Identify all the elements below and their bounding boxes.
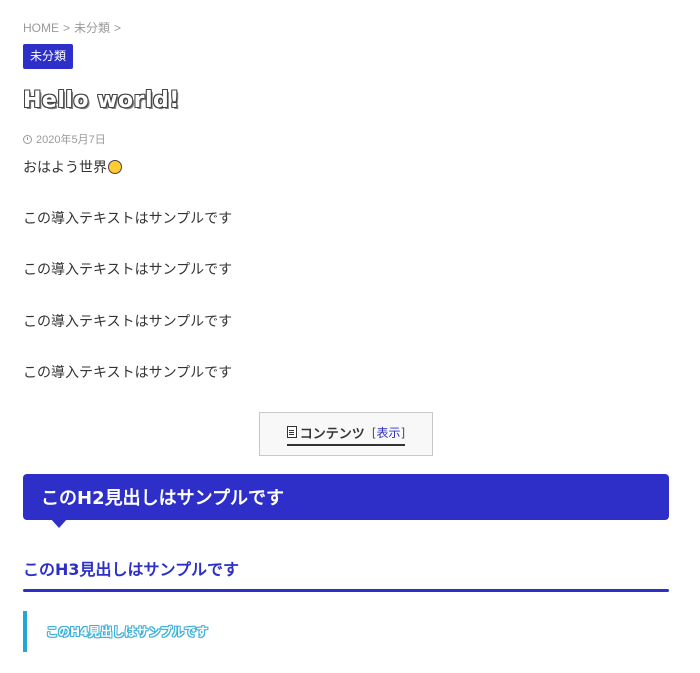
greeting-text: おはよう世界 <box>23 160 107 176</box>
intro-paragraph: この導入テキストはサンプルです <box>23 211 233 227</box>
intro-paragraph: この導入テキストはサンプルです <box>23 262 233 278</box>
toc-header: コンテンツ [表示] <box>286 423 406 446</box>
breadcrumb-home-link[interactable]: HOME <box>23 21 59 35</box>
breadcrumb: HOME > 未分類 > <box>23 19 121 36</box>
h3-heading: このH3見出しはサンプルです <box>23 560 240 579</box>
breadcrumb-separator: > <box>114 20 122 35</box>
h4-left-bar <box>23 611 27 652</box>
breadcrumb-category-link[interactable]: 未分類 <box>74 19 110 36</box>
document-icon <box>286 426 297 438</box>
post-title: Hello world! <box>23 88 180 113</box>
breadcrumb-separator: > <box>63 20 71 35</box>
post-date: 2020年5月7日 <box>23 131 106 147</box>
h4-heading: このH4見出しはサンプルです <box>46 625 209 639</box>
table-of-contents: コンテンツ [表示] <box>259 412 433 456</box>
intro-paragraph: この導入テキストはサンプルです <box>23 365 233 381</box>
toc-toggle: [表示] <box>372 424 405 441</box>
post-date-text: 2020年5月7日 <box>36 134 106 146</box>
greeting-paragraph: おはよう世界 <box>23 157 122 177</box>
toc-title: コンテンツ <box>299 426 365 442</box>
toc-bracket-close: ] <box>400 425 406 440</box>
hand-icon <box>108 160 122 174</box>
h3-underline <box>23 589 669 592</box>
clock-icon <box>23 134 32 144</box>
toc-show-link[interactable]: 表示 <box>377 426 401 440</box>
h2-heading: このH2見出しはサンプルです <box>41 488 285 509</box>
h2-heading-box: このH2見出しはサンプルです <box>23 474 669 520</box>
category-badge[interactable]: 未分類 <box>23 44 74 69</box>
h2-heading-tail <box>50 518 68 528</box>
intro-paragraph: この導入テキストはサンプルです <box>23 314 233 330</box>
